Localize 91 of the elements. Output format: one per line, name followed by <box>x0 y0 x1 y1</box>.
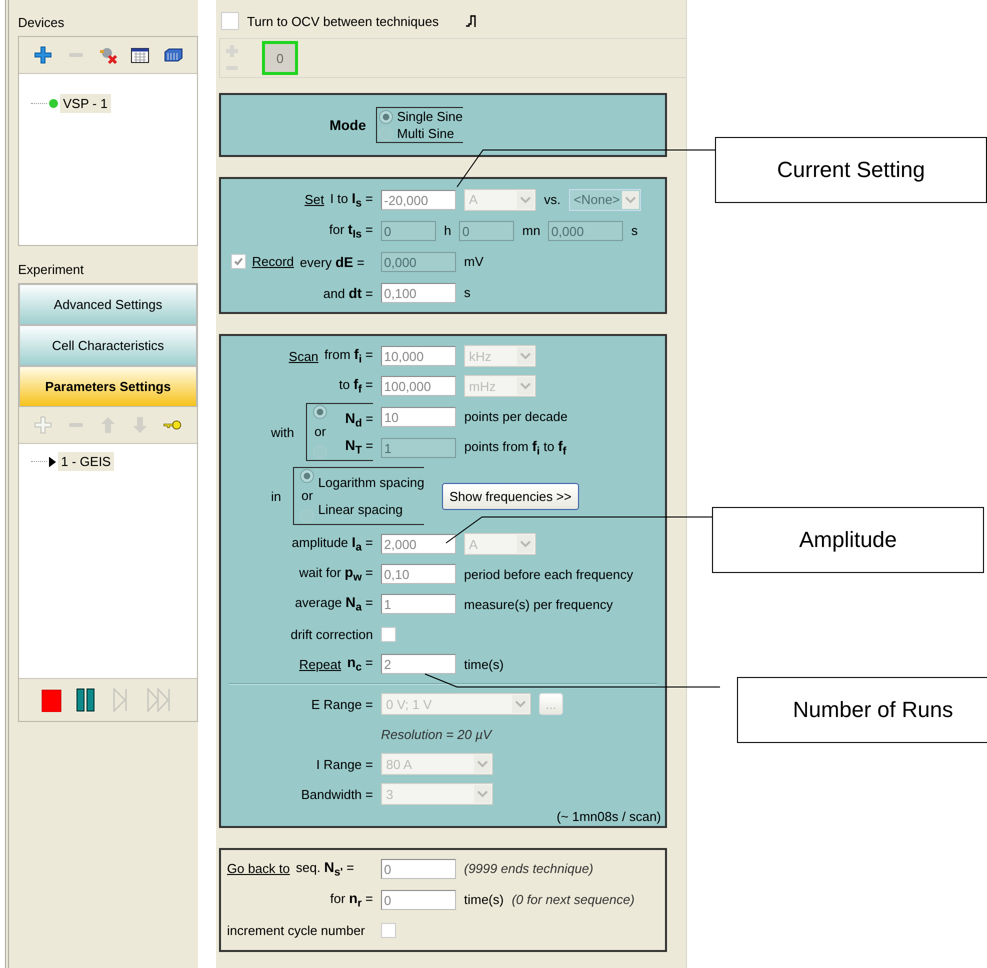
field-label: I Range = <box>316 756 373 772</box>
field-label: amplitude I$_{a}$ = <box>292 534 373 554</box>
tree-item[interactable]: 1 - GEIS <box>58 452 114 471</box>
table-icon[interactable] <box>130 45 150 65</box>
input-field[interactable]: 0 <box>381 890 456 910</box>
label: s <box>464 285 470 300</box>
label: vs. <box>544 192 561 207</box>
link[interactable]: Go back to <box>227 861 290 876</box>
section-title: Devices <box>18 16 66 30</box>
input-field[interactable]: 10 <box>381 406 456 426</box>
input-field[interactable]: 0 <box>381 858 456 878</box>
play-marker-icon <box>49 456 56 468</box>
label: time(s) <box>464 656 504 672</box>
link[interactable]: Set <box>304 192 324 207</box>
status-dot <box>49 99 58 108</box>
option-label: N$_{T}$ = <box>344 436 374 459</box>
field-label: Mode <box>328 117 366 133</box>
input-field[interactable]: 2,000 <box>381 534 456 554</box>
duration-text: (~ 1mn08s / scan) <box>556 809 661 824</box>
hint-text: (0 for next sequence) <box>512 892 635 907</box>
option-label: Single Sine <box>397 109 463 124</box>
checkmark-icon <box>232 255 245 268</box>
option-label: N$_{d}$ = <box>344 409 374 432</box>
label: h <box>444 223 452 238</box>
callout-box: Current Setting <box>715 137 987 203</box>
stop-icon[interactable] <box>40 688 62 712</box>
label: or <box>314 426 326 438</box>
field-label: with <box>271 424 294 440</box>
label: time(s) <box>464 892 504 907</box>
input-field[interactable]: 2 <box>381 654 456 674</box>
checkbox[interactable] <box>381 626 396 642</box>
link[interactable]: Repeat <box>299 656 342 672</box>
link[interactable]: Scan <box>288 348 318 364</box>
tree-item[interactable]: VSP - 1 <box>60 94 111 113</box>
label: measure(s) per frequency <box>464 596 613 612</box>
field-label: seq. N$_{s'}$ = <box>296 858 354 878</box>
label: period before each frequency <box>464 566 634 582</box>
label: points per decade <box>464 409 568 424</box>
pause-icon[interactable] <box>75 688 98 712</box>
input-field[interactable]: 0,10 <box>381 564 456 584</box>
checkbox-label: Turn to OCV between techniques <box>247 14 439 28</box>
link[interactable]: Record <box>252 254 294 269</box>
field-label: from f$_{i}$ = <box>324 346 373 366</box>
input-field[interactable]: -20,000 <box>381 190 456 210</box>
field-label: E Range = <box>311 696 373 712</box>
callout-box: Amplitude <box>712 507 984 573</box>
input-field[interactable]: 10,000 <box>381 346 456 366</box>
radio-button[interactable] <box>379 126 393 140</box>
label: or <box>301 490 313 502</box>
radio-button[interactable] <box>300 509 314 523</box>
option-label: Logarithm spacing <box>318 474 424 492</box>
field-label: increment cycle number <box>227 923 365 938</box>
option-label: Multi Sine <box>397 126 454 141</box>
field-label: Bandwidth = <box>301 786 373 802</box>
field-label: I to I$_{s}$ = <box>330 190 373 210</box>
hint-text: (9999 ends technique) <box>464 861 594 876</box>
field-label: for n$_{r}$ = <box>330 890 373 910</box>
option-label: Linear spacing <box>318 501 404 519</box>
checkbox[interactable] <box>231 254 246 269</box>
field-label: average N$_{a}$ = <box>294 594 373 614</box>
field-label: and dt = <box>323 284 373 300</box>
field-label: drift correction <box>290 626 373 642</box>
field-label: wait for p$_{w}$ = <box>299 564 373 584</box>
disconnect-icon[interactable] <box>98 45 118 65</box>
label: points from f$_{i}$ to f$_{f}$ <box>464 438 566 458</box>
sequence-tab[interactable]: 0 <box>262 41 298 75</box>
input-field[interactable]: 1 <box>381 594 456 614</box>
checkbox[interactable] <box>221 12 239 30</box>
checkbox[interactable] <box>381 923 396 938</box>
callout-box: Number of Runs <box>737 677 987 743</box>
label: mV <box>464 254 484 269</box>
button[interactable]: Show frequencies >> <box>442 482 578 510</box>
input-field[interactable]: 0,100 <box>381 282 456 302</box>
hint-text: Resolution = 20 µV <box>381 726 492 742</box>
add-icon[interactable] <box>33 45 54 65</box>
radio-button[interactable] <box>379 110 393 124</box>
tab[interactable]: Advanced Settings <box>19 284 197 325</box>
field-label: n$_{c}$ = <box>347 654 373 674</box>
field-label: for t$_{Is}$ = <box>329 220 373 240</box>
tab[interactable]: Parameters Settings <box>19 366 197 407</box>
label: mn <box>522 223 540 238</box>
radio-button[interactable] <box>300 469 314 483</box>
field-label: to f$_{f}$ = <box>338 376 373 396</box>
radio-button[interactable] <box>313 445 328 459</box>
field-label: every dE = <box>300 254 364 270</box>
tab[interactable]: Cell Characteristics <box>19 325 197 366</box>
input-field[interactable]: 100,000 <box>381 376 456 396</box>
section-title: Experiment <box>18 263 85 277</box>
label: s <box>631 223 638 238</box>
field-label: in <box>271 488 282 504</box>
radio-button[interactable] <box>313 405 328 419</box>
